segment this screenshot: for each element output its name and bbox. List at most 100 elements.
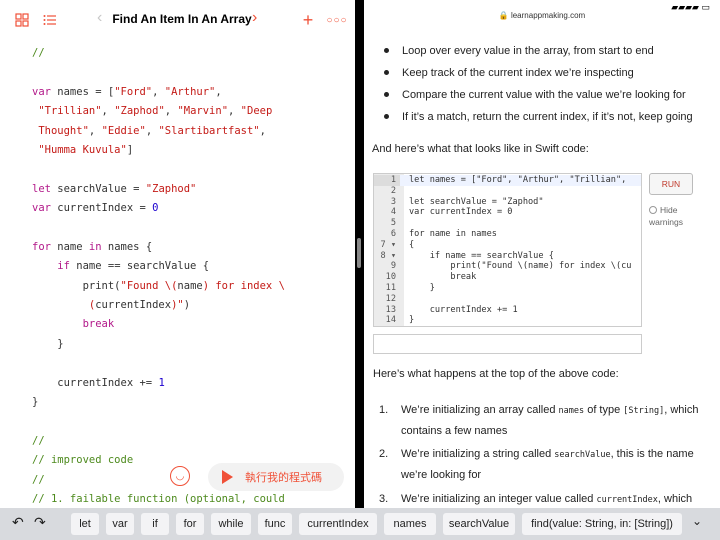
list-text: We’re initializing an array called xyxy=(401,404,559,416)
line-number: 1 xyxy=(374,175,400,186)
radio-icon xyxy=(649,206,657,214)
shortcut-chip[interactable]: while xyxy=(211,513,251,535)
shortcut-chip[interactable]: var xyxy=(106,513,134,535)
editor-line-code: var currentIndex = 0 xyxy=(409,207,513,218)
editor-line: 12 xyxy=(374,293,641,305)
run-code-label: 執行我的程式碼 xyxy=(245,472,322,484)
list-item: 2. We’re initializing a string called sea… xyxy=(373,444,713,486)
line-number: 10 xyxy=(385,272,396,283)
output-box xyxy=(373,334,642,354)
code-line: for name in names { xyxy=(32,240,153,253)
editor-line: 13 currentIndex += 1 xyxy=(374,304,641,316)
chevron-right-icon[interactable]: › xyxy=(252,9,257,27)
shortcut-chip[interactable]: currentIndex xyxy=(299,513,377,535)
list-text: We’re initializing an integer value call… xyxy=(401,493,597,505)
editor-line-code: } xyxy=(409,283,435,293)
list-item: Loop over every value in the array, from… xyxy=(372,40,712,62)
shortcut-chip[interactable]: func xyxy=(258,513,292,535)
editor-line: 2 xyxy=(374,185,641,197)
url-bar[interactable]: 🔒 learnappmaking.com xyxy=(364,11,720,20)
shortcut-chip[interactable]: searchValue xyxy=(443,513,515,535)
shortcut-chip[interactable]: let xyxy=(71,513,99,535)
code-line: print("Found \(name) for index \ xyxy=(32,279,285,292)
editor-line: 6 for name in names xyxy=(374,229,641,240)
more-icon[interactable]: ○○○ xyxy=(326,10,347,30)
line-number: 6 xyxy=(390,229,396,239)
editor-line: 4 var currentIndex = 0 xyxy=(374,207,641,218)
list-text: , which xyxy=(657,493,693,505)
list-item: Keep track of the current index we’re in… xyxy=(372,62,712,84)
undo-icon[interactable]: ↶ xyxy=(12,514,24,531)
line-number: 11 xyxy=(385,283,396,293)
add-icon[interactable]: + xyxy=(298,10,318,30)
code-line: "Trillian", "Zaphod", "Marvin", "Deep xyxy=(38,105,273,118)
line-number: 3 xyxy=(390,196,396,207)
hide-warnings-toggle[interactable]: Hide warnings xyxy=(649,204,709,228)
shortcut-chip[interactable]: if xyxy=(141,513,169,535)
browser-pane: 🔒 learnappmaking.com ▰▰▰▰ ▭ Loop over ev… xyxy=(364,0,720,508)
inline-code: [String] xyxy=(623,406,665,416)
inline-code: names xyxy=(558,406,585,416)
code-line: } xyxy=(32,396,39,409)
split-handle[interactable] xyxy=(357,238,361,268)
chevron-down-icon[interactable]: ⌄ xyxy=(692,514,702,528)
line-number: 8 ▾ xyxy=(380,250,396,261)
editor-line: 8 ▾ if name == searchValue { xyxy=(374,250,641,262)
explanation-heading: Here’s what happens at the top of the ab… xyxy=(373,368,619,380)
line-number: 4 xyxy=(390,207,396,218)
article-body: Loop over every value in the array, from… xyxy=(372,40,712,158)
code-line: "Humma Kuvula"] xyxy=(38,143,134,156)
editor-line: 3 let searchValue = "Zaphod" xyxy=(374,196,641,208)
editor-line: 14} xyxy=(374,315,641,326)
editor-line: 10 break xyxy=(374,272,641,283)
list-item: Compare the current value with the value… xyxy=(372,84,712,106)
page-title: Find An Item In An Array xyxy=(112,12,252,26)
editor-line-code: let searchValue = "Zaphod" xyxy=(409,196,544,207)
editor-line: 9 print("Found \(name) for index \(cu xyxy=(374,261,641,272)
list-number: 1. xyxy=(379,404,389,416)
editor-line-code: } xyxy=(409,315,415,326)
list-number: 3. xyxy=(379,493,389,505)
embedded-code-editor[interactable]: 1 let names = ["Ford", "Arthur", "Trillia… xyxy=(373,173,642,327)
shortcut-chip[interactable]: find(value: String, in: [String]) xyxy=(522,513,682,535)
list-text: We’re initializing a string called xyxy=(401,448,555,460)
intro-paragraph: And here’s what that looks like in Swift… xyxy=(372,143,589,155)
inline-code: searchValue xyxy=(554,450,611,460)
line-number: 2 xyxy=(390,185,396,196)
code-line: Thought", "Eddie", "Slartibartfast", xyxy=(32,124,266,137)
list-icon[interactable] xyxy=(40,10,60,30)
inline-code: currentIndex xyxy=(596,495,658,505)
run-button[interactable]: RUN xyxy=(649,173,693,195)
grid-icon[interactable] xyxy=(12,10,32,30)
line-number: 12 xyxy=(385,293,396,304)
code-text[interactable]: // var names = ["Ford", "Arthur", "Trill… xyxy=(32,44,285,508)
shortcut-chip[interactable]: names xyxy=(384,513,436,535)
line-number: 13 xyxy=(385,304,396,315)
speed-gauge-icon[interactable]: ◡ xyxy=(170,466,190,486)
code-line: // 1. failable function (optional, could xyxy=(32,492,285,505)
code-line: var names = ["Ford", "Arthur", xyxy=(32,85,222,98)
line-number: 14 xyxy=(385,315,396,326)
explanation-list: 1. We’re initializing an array called nam… xyxy=(373,400,713,508)
list-item: 3. We’re initializing an integer value ca… xyxy=(373,489,713,508)
list-number: 2. xyxy=(379,448,389,460)
list-text: of type xyxy=(584,404,624,416)
keyboard-shortcut-bar: ↶ ↷ let var if for while func currentIndex name… xyxy=(0,508,720,540)
run-code-button[interactable]: 執行我的程式碼 xyxy=(208,463,344,491)
code-line: (currentIndex)") xyxy=(32,299,191,312)
code-line: } xyxy=(32,337,64,350)
play-icon xyxy=(222,470,233,484)
code-line: let searchValue = "Zaphod" xyxy=(32,182,197,195)
editor-line-code: break xyxy=(409,272,477,283)
chevron-left-icon[interactable]: ‹ xyxy=(97,9,102,27)
shortcut-chip[interactable]: for xyxy=(176,513,204,535)
redo-icon[interactable]: ↷ xyxy=(34,514,46,531)
code-editor-pane: ‹ Find An Item In An Array › + ○○○ // va… xyxy=(0,0,355,508)
code-line: if name == searchValue { xyxy=(57,260,210,273)
editor-line: 7 ▾ { xyxy=(374,240,641,251)
line-number: 9 xyxy=(390,261,396,272)
